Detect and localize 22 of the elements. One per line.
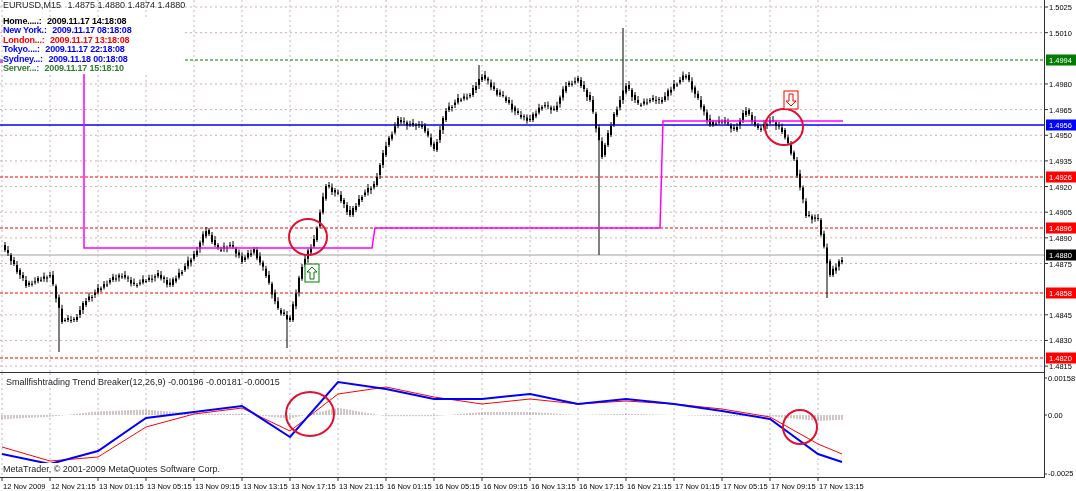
copyright-text: MetaTrader, © 2001-2009 MetaQuotes Software Corp.	[3, 462, 220, 476]
highlight-circle	[764, 108, 804, 146]
highlight-circle	[288, 218, 328, 256]
clock-time: 2009.11.17 08:18:08	[52, 25, 132, 35]
ohlc-values: 1.4875 1.4880 1.4874 1.4880	[67, 0, 186, 10]
clock-time: 2009.11.17 15:18:10	[44, 63, 124, 73]
clock-time: 2009.11.18 00:18:08	[48, 53, 128, 64]
clock-time: 2009.11.17 14:18:08	[47, 15, 127, 26]
up-arrow-icon	[304, 263, 320, 283]
highlight-circle	[285, 391, 335, 437]
indicator-label: Smallfishtrading Trend Breaker(12,26,9) -0.00196 -0.00181 -0.00015	[6, 376, 280, 389]
clock-label: Home.....:	[3, 15, 42, 26]
clock-label: New York.:	[3, 25, 47, 35]
clock-label: Sydney...:	[3, 53, 43, 64]
clock-time: 2009.11.17 13:18:08	[50, 34, 130, 45]
symbol-title: EURUSD,M15	[3, 0, 61, 10]
clock-time: 2009.11.17 22:18:08	[45, 44, 125, 54]
clock-label: London...:	[3, 34, 45, 45]
clock-label: Server...:	[3, 63, 40, 73]
down-arrow-icon	[783, 90, 799, 110]
clock-label: Tokyo....:	[3, 44, 40, 54]
highlight-circle	[782, 409, 818, 445]
